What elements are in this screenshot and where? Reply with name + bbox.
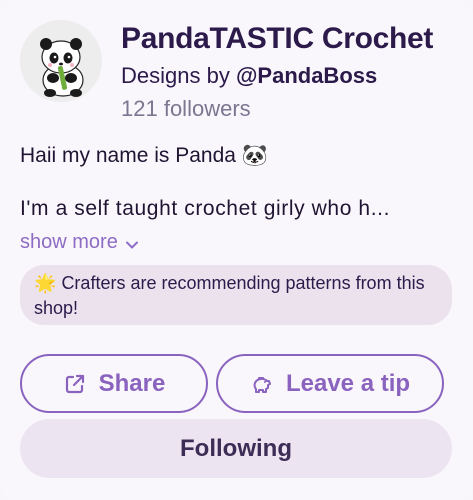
designer-handle-link[interactable]: @PandaBoss [236,63,377,88]
piggy-bank-icon [253,376,271,393]
following-label: Following [180,434,292,462]
recommendation-badge: 🌟 Crafters are recommending patterns fro… [20,265,452,325]
star-icon: 🌟 [34,273,57,293]
share-label: Share [98,369,166,397]
designs-by-label: Designs by [121,63,236,88]
followers-number: 121 [121,96,158,121]
shop-profile-card: PandaTASTIC Crochet Designs by @PandaBos… [0,0,473,500]
share-button[interactable]: Share [20,354,208,413]
external-link-icon [65,374,84,393]
bio-line-2: I'm a self taught crochet girly who h... [20,197,390,220]
leave-tip-button[interactable]: Leave a tip [216,354,444,413]
shop-name: PandaTASTIC Crochet [121,22,434,55]
designer-line: Designs by @PandaBoss [121,63,377,89]
bio-line-1: Haii my name is Panda 🐼 [20,144,268,167]
followers-label: followers [157,96,251,121]
leave-tip-label: Leave a tip [285,369,411,397]
chevron-down-icon [125,241,138,248]
following-button[interactable]: Following [20,419,452,478]
show-more-label: show more [20,231,118,253]
shop-avatar[interactable] [20,20,102,102]
show-more-button[interactable]: show more [20,231,140,254]
followers-count[interactable]: 121 followers [121,96,251,122]
panda-avatar-icon [20,20,102,102]
recommendation-text: Crafters are recommending patterns from … [34,273,425,318]
